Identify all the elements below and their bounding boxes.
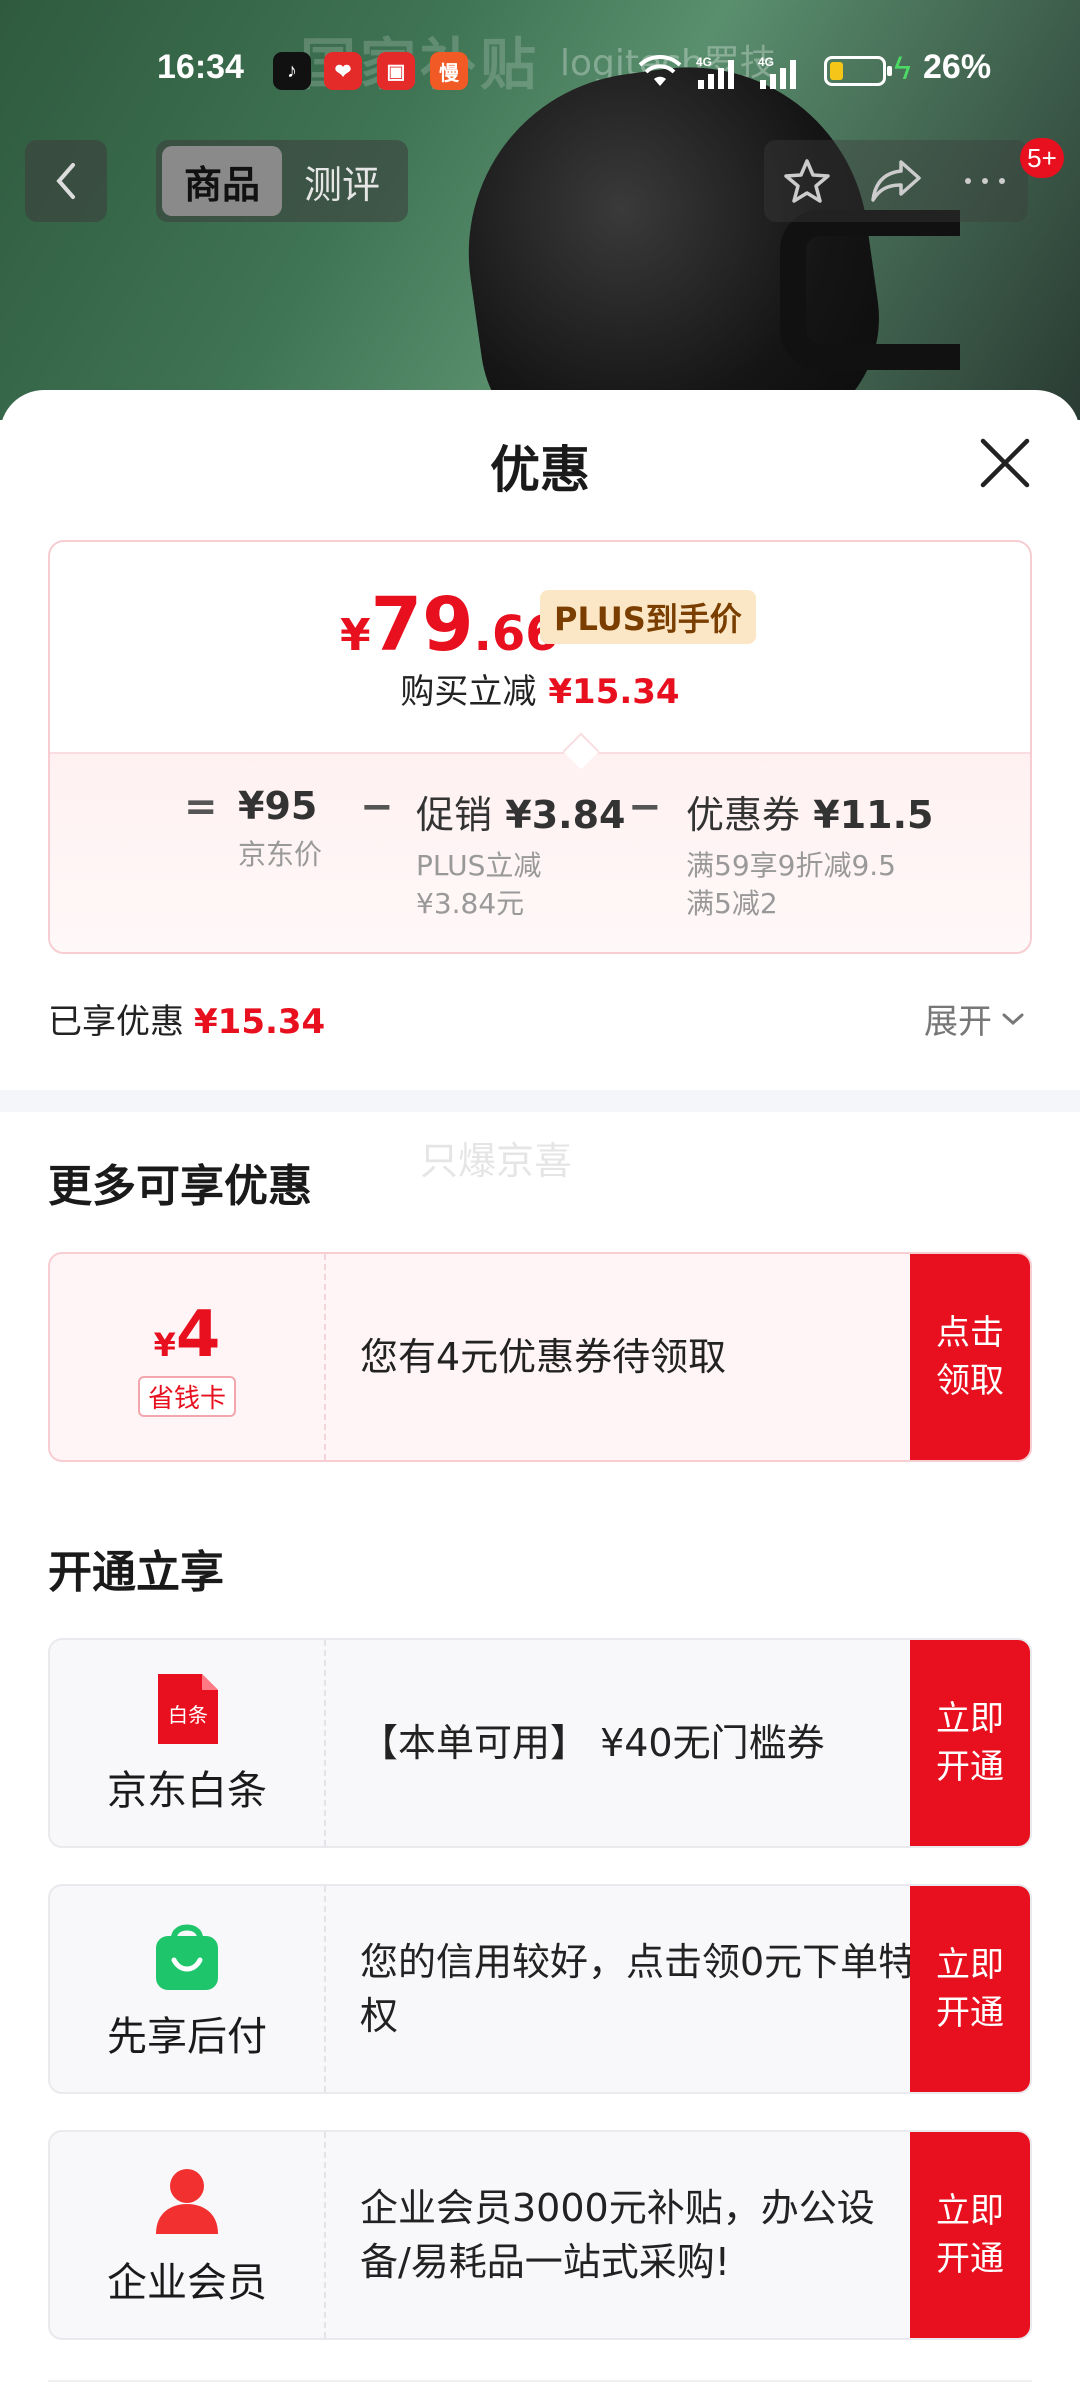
back-button[interactable]	[25, 140, 107, 222]
open-enjoy-title: 开通立享	[48, 1547, 224, 1598]
battery-icon	[824, 56, 892, 86]
expand-button[interactable]: 展开	[924, 994, 1028, 1043]
baitiao-name: 京东白条	[107, 1768, 267, 1814]
jd-price-label: 京东价	[238, 838, 323, 871]
product-tabs: 商品 测评	[156, 140, 408, 222]
buy-reduce-line: 购买立减 ¥15.34	[50, 664, 1030, 713]
enjoyed-value: ¥15.34	[194, 1002, 326, 1042]
bottom-divider	[48, 2380, 1032, 2382]
coupon-currency: ¥	[153, 1325, 176, 1364]
sheet-title: 优惠	[490, 441, 590, 499]
watermark-text: 只爆京喜	[420, 1139, 573, 1183]
promo-value: ¥3.84	[505, 793, 626, 837]
message-badge: 5+	[1020, 138, 1064, 178]
coupon-offer-card: ¥ 4 省钱卡 您有4元优惠券待领取 点击领取	[48, 1252, 1032, 1462]
minus-sign: −	[628, 784, 662, 830]
enterprise-offer-text: 企业会员3000元补贴，办公设备/易耗品一站式采购!	[360, 2186, 875, 2284]
discount-sheet: 优惠 ¥ 79 .66 PLUS到手价 购买立减 ¥15.34 = ¥95 京东价…	[0, 390, 1080, 2400]
pay-later-block: 先享后付	[50, 1886, 326, 2092]
open-pay-later-button[interactable]: 立即开通	[910, 1886, 1030, 2092]
jd-price-column: ¥95 京东价	[238, 784, 322, 874]
close-icon	[980, 438, 1030, 488]
enterprise-name: 企业会员	[107, 2260, 267, 2306]
signal-icon: 4G	[696, 55, 734, 89]
tiktok-icon: ♪	[273, 52, 311, 90]
enterprise-block: 企业会员	[50, 2132, 326, 2338]
nav-actions	[764, 140, 1028, 222]
enjoyed-label: 已享优惠	[48, 1002, 184, 1042]
coupon-column: 优惠券 ¥11.5 满59享9折减9.5 满5减2	[686, 784, 933, 923]
promo-sub-2: ¥3.84元	[416, 887, 525, 920]
share-icon[interactable]	[869, 158, 923, 204]
chevron-down-icon	[1002, 1013, 1024, 1025]
enjoyed-discount: 已享优惠 ¥15.34	[48, 994, 325, 1043]
expand-label: 展开	[924, 1002, 992, 1042]
claim-coupon-button[interactable]: 点击领取	[910, 1254, 1030, 1460]
network-label-1: 4G	[696, 55, 712, 69]
buy-reduce-value: ¥15.34	[548, 672, 680, 712]
price-integer: 79	[370, 582, 474, 668]
promo-sub-1: PLUS立减	[416, 849, 542, 882]
red-heart-app-icon: ❤	[324, 52, 362, 90]
product-graphic-shape	[780, 210, 960, 370]
more-icon[interactable]	[960, 174, 1010, 188]
status-time: 16:34	[157, 48, 244, 86]
battery-percentage: 26%	[923, 48, 992, 86]
person-icon	[156, 2169, 218, 2234]
enterprise-member-card: 企业会员 企业会员3000元补贴，办公设备/易耗品一站式采购! 立即开通	[48, 2130, 1032, 2340]
pay-later-card: 先享后付 您的信用较好，点击领0元下单特权 立即开通	[48, 1884, 1032, 2094]
signal-icon: 4G	[758, 55, 796, 89]
minus-sign: −	[360, 784, 394, 830]
status-bar: 16:34 ♪ ❤ ▣ 慢 4G 4G ϟ 26%	[0, 40, 1080, 104]
more-discounts-title: 更多可享优惠	[48, 1161, 312, 1212]
plus-price-tag: PLUS到手价	[540, 590, 756, 644]
baitiao-icon-text: 白条	[168, 1703, 208, 1727]
coupon-label: 优惠券	[686, 793, 801, 837]
wifi-icon	[638, 55, 682, 86]
promo-column: 促销 ¥3.84 PLUS立减 ¥3.84元	[416, 784, 625, 923]
pay-later-offer-text: 您的信用较好，点击领0元下单特权	[360, 1940, 917, 2038]
open-enterprise-button[interactable]: 立即开通	[910, 2132, 1030, 2338]
coupon-value: ¥11.5	[813, 793, 934, 837]
chevron-left-icon	[56, 163, 75, 199]
shopping-bag-icon	[156, 1924, 218, 1990]
tab-review[interactable]: 测评	[282, 146, 402, 216]
network-label-2: 4G	[758, 55, 774, 69]
price-breakdown-card: ¥ 79 .66 PLUS到手价 购买立减 ¥15.34 = ¥95 京东价 − …	[48, 540, 1032, 954]
price-currency: ¥	[340, 610, 371, 661]
tab-product[interactable]: 商品	[162, 146, 282, 216]
red-envelope-app-icon: ▣	[377, 52, 415, 90]
star-icon[interactable]	[782, 156, 832, 206]
coupon-sub-2: 满5减2	[686, 887, 778, 920]
price-calculation: = ¥95 京东价 − 促销 ¥3.84 PLUS立减 ¥3.84元 − 优惠券…	[50, 752, 1030, 952]
charging-icon: ϟ	[894, 50, 911, 86]
buy-reduce-label: 购买立减	[400, 672, 537, 712]
baitiao-icon: 白条	[158, 1674, 218, 1744]
promo-label: 促销	[416, 793, 493, 837]
coupon-offer-text: 您有4元优惠券待领取	[360, 1335, 727, 1379]
jd-price-value: ¥95	[238, 784, 318, 828]
jd-baitiao-card: 白条 京东白条 【本单可用】 ¥40无门槛券 立即开通	[48, 1638, 1032, 1848]
final-price: ¥ 79 .66	[340, 582, 559, 668]
close-button[interactable]	[970, 428, 1040, 498]
open-baitiao-button[interactable]: 立即开通	[910, 1640, 1030, 1846]
baitiao-block: 白条 京东白条	[50, 1640, 326, 1846]
baitiao-offer-text: 【本单可用】 ¥40无门槛券	[360, 1721, 825, 1765]
coupon-sub-1: 满59享9折减9.5	[686, 849, 896, 882]
equals-sign: =	[184, 784, 218, 830]
section-divider	[0, 1090, 1080, 1112]
orange-app-icon: 慢	[430, 52, 468, 90]
coupon-amount-block: ¥ 4 省钱卡	[50, 1254, 326, 1460]
coupon-amount: 4	[175, 1297, 221, 1372]
pay-later-name: 先享后付	[107, 2014, 267, 2060]
saving-card-tag: 省钱卡	[137, 1375, 236, 1417]
